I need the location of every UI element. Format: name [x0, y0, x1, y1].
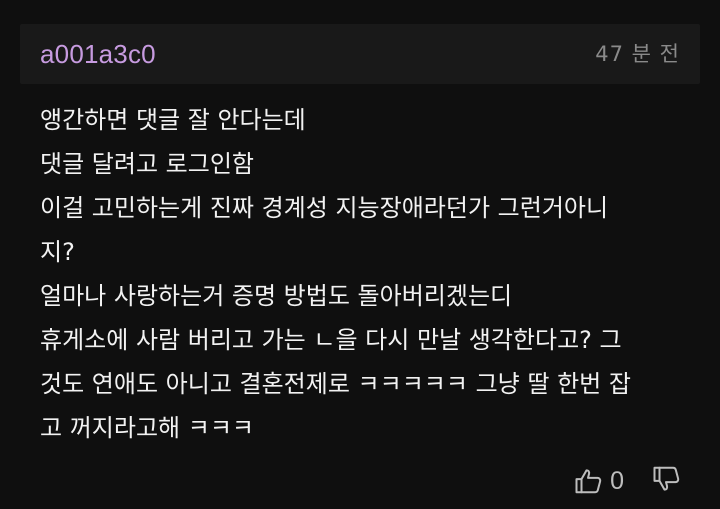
comment-line: 이걸 고민하는게 진짜 경계성 지능장애라던가 그런거아니	[40, 194, 609, 222]
thumbs-down-icon[interactable]	[652, 464, 682, 494]
comment-line: 것도 연애도 아니고 결혼전제로 ㅋㅋㅋㅋㅋ 그냥 딸 한번 잡	[40, 370, 631, 398]
comment-line: 지?	[40, 238, 75, 266]
comment-line: 댓글 달려고 로그인함	[40, 150, 254, 178]
comment-page: a001a3c0 47 분 전 앵간하면 댓글 잘 안다는데 댓글 달려고 로그…	[0, 0, 720, 509]
comment-header: a001a3c0 47 분 전	[20, 24, 700, 84]
comment-username[interactable]: a001a3c0	[40, 38, 156, 70]
dislike-button[interactable]	[652, 464, 682, 498]
thumbs-up-icon[interactable]	[574, 466, 604, 496]
comment-timestamp: 47 분 전	[595, 42, 680, 66]
comment-line: 고 꺼지라고해 ㅋㅋㅋ	[40, 414, 254, 442]
comment-actions: 0	[574, 461, 682, 501]
comment-line: 얼마나 사랑하는거 증명 방법도 돌아버리겠는디	[40, 282, 513, 310]
comment-body: 앵간하면 댓글 잘 안다는데 댓글 달려고 로그인함 이걸 고민하는게 진짜 경…	[40, 98, 690, 450]
like-button[interactable]: 0	[574, 466, 624, 496]
comment-line: 앵간하면 댓글 잘 안다는데	[40, 106, 306, 134]
like-count: 0	[610, 467, 624, 495]
comment-line: 휴게소에 사람 버리고 가는 ㄴ을 다시 만날 생각한다고? 그	[40, 326, 622, 354]
